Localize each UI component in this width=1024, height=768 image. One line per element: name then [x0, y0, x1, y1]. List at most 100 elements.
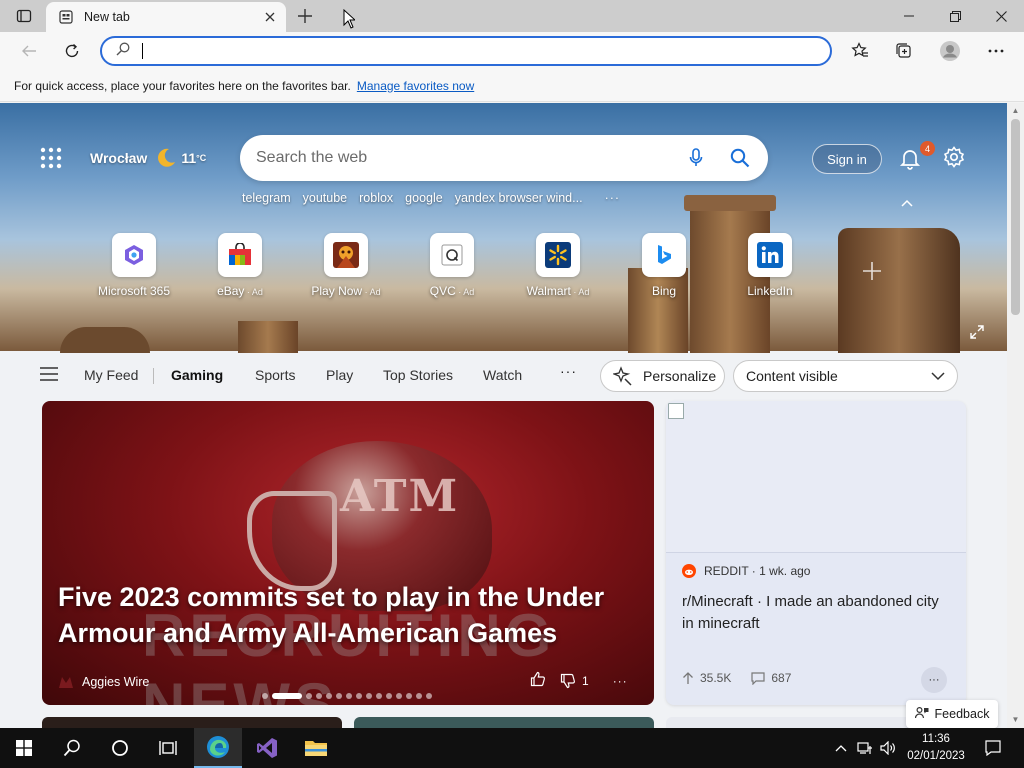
- minimize-button[interactable]: [886, 0, 932, 32]
- volume-speaker-icon[interactable]: [878, 728, 898, 768]
- system-clock[interactable]: 11:36 02/01/2023: [900, 731, 972, 765]
- tile-label: Walmart: [526, 284, 571, 298]
- article-source[interactable]: Aggies Wire: [58, 675, 149, 689]
- personalize-button[interactable]: Personalize: [600, 360, 725, 392]
- featured-headline[interactable]: Five 2023 commits set to play in the Und…: [58, 579, 638, 651]
- search-icon[interactable]: [48, 728, 96, 768]
- address-bar[interactable]: [100, 36, 832, 66]
- close-window-button[interactable]: [978, 0, 1024, 32]
- search-icon[interactable]: [728, 146, 752, 170]
- web-search-box[interactable]: Search the web: [240, 135, 768, 181]
- post-headline[interactable]: r/Minecraft · I made an abandoned city i…: [682, 591, 952, 635]
- close-tab-icon[interactable]: [262, 9, 278, 25]
- new-tab-plus-icon[interactable]: [293, 4, 317, 28]
- add-quick-link-plus-icon[interactable]: [862, 261, 886, 285]
- trending-item[interactable]: telegram: [242, 191, 291, 205]
- quick-link-linkedin[interactable]: LinkedIn: [726, 233, 814, 298]
- weather-widget[interactable]: Wrocław 11 °C: [90, 147, 206, 169]
- scrollbar-thumb[interactable]: [1011, 119, 1020, 315]
- comment-stat[interactable]: 687: [751, 671, 791, 685]
- content-visibility-dropdown[interactable]: Content visible: [733, 360, 958, 392]
- feed-tab-watch[interactable]: Watch: [483, 367, 522, 383]
- expand-background-icon[interactable]: [970, 325, 986, 341]
- post-source[interactable]: REDDIT · 1 wk. ago: [682, 564, 810, 578]
- favorites-star-icon[interactable]: [845, 36, 875, 66]
- quick-link-walmart[interactable]: Walmart · Ad: [514, 233, 602, 298]
- collections-icon[interactable]: [889, 36, 919, 66]
- mouse-cursor-icon: [343, 8, 357, 34]
- feed-tab-gaming[interactable]: Gaming: [171, 367, 223, 383]
- feed-tab-my-feed[interactable]: My Feed: [84, 367, 138, 383]
- file-explorer-folder-icon[interactable]: [292, 728, 340, 768]
- profile-avatar-icon[interactable]: [935, 36, 965, 66]
- trending-item[interactable]: google: [405, 191, 443, 205]
- refresh-icon[interactable]: [57, 36, 87, 66]
- carousel-dot[interactable]: [376, 693, 382, 699]
- feed-tab-top-stories[interactable]: Top Stories: [383, 367, 453, 383]
- carousel-dot[interactable]: [316, 693, 322, 699]
- microphone-icon[interactable]: [684, 146, 708, 170]
- carousel-dot[interactable]: [406, 693, 412, 699]
- more-menu-icon[interactable]: [981, 36, 1011, 66]
- carousel-dot[interactable]: [356, 693, 362, 699]
- carousel-dot[interactable]: [386, 693, 392, 699]
- featured-news-card[interactable]: RECRUITING NEWS ATM Five 2023 commits se…: [42, 401, 654, 705]
- quick-link-microsoft-365[interactable]: Microsoft 365: [90, 233, 178, 298]
- reddit-post-card[interactable]: REDDIT · 1 wk. ago r/Minecraft · I made …: [666, 401, 966, 705]
- page-scrollbar[interactable]: ▲ ▼: [1007, 103, 1024, 728]
- carousel-dot[interactable]: [326, 693, 332, 699]
- sign-in-button[interactable]: Sign in: [812, 144, 882, 174]
- action-center-notifications-icon[interactable]: [978, 728, 1008, 768]
- back-arrow-icon[interactable]: [14, 36, 44, 66]
- carousel-dot[interactable]: [426, 693, 432, 699]
- feed-tab-play[interactable]: Play: [326, 367, 353, 383]
- carousel-dot[interactable]: [306, 693, 312, 699]
- hamburger-menu-icon[interactable]: [40, 367, 60, 383]
- carousel-dot[interactable]: [346, 693, 352, 699]
- windows-start-icon[interactable]: [0, 728, 48, 768]
- trending-item[interactable]: roblox: [359, 191, 393, 205]
- settings-gear-icon[interactable]: [943, 146, 967, 170]
- next-card-peek[interactable]: [354, 717, 654, 728]
- dislike-button[interactable]: 1: [560, 673, 589, 689]
- carousel-dot[interactable]: [396, 693, 402, 699]
- tab-actions-icon[interactable]: [8, 4, 40, 28]
- feedback-button[interactable]: Feedback: [906, 700, 998, 728]
- visual-studio-icon[interactable]: [243, 728, 291, 768]
- carousel-dot-active[interactable]: [272, 693, 302, 699]
- upvote-stat[interactable]: 35.5K: [682, 671, 731, 685]
- tab-new-tab[interactable]: New tab: [46, 2, 286, 32]
- card-more-options-icon[interactable]: ···: [921, 667, 947, 693]
- scroll-down-arrow-icon[interactable]: ▼: [1011, 715, 1020, 724]
- scroll-up-arrow-icon[interactable]: ▲: [1011, 106, 1020, 115]
- ruins-column: [838, 228, 960, 353]
- manage-favorites-link[interactable]: Manage favorites now: [357, 79, 474, 93]
- quick-link-bing[interactable]: Bing: [620, 233, 708, 298]
- apps-grid-icon[interactable]: [40, 147, 64, 171]
- show-hidden-icons-chevron-up-icon[interactable]: [832, 728, 850, 768]
- edge-browser-icon[interactable]: [194, 728, 242, 768]
- like-thumbs-up-icon[interactable]: [530, 671, 546, 690]
- quick-link-ebay[interactable]: eBay · Ad: [196, 233, 284, 298]
- carousel-dot[interactable]: [366, 693, 372, 699]
- restore-button[interactable]: [932, 0, 978, 32]
- network-icon[interactable]: [855, 728, 875, 768]
- reddit-logo-icon: [682, 564, 696, 578]
- address-input[interactable]: [143, 43, 830, 59]
- feed-tab-sports[interactable]: Sports: [255, 367, 295, 383]
- carousel-dot[interactable]: [416, 693, 422, 699]
- collapse-chevron-up-icon[interactable]: [900, 195, 918, 209]
- cortana-circle-icon[interactable]: [96, 728, 144, 768]
- card-more-options-icon[interactable]: ···: [613, 674, 628, 688]
- carousel-dot[interactable]: [336, 693, 342, 699]
- trending-item[interactable]: yandex browser wind...: [455, 191, 583, 205]
- trending-item[interactable]: youtube: [303, 191, 347, 205]
- task-view-icon[interactable]: [144, 728, 192, 768]
- quick-link-qvc[interactable]: QVC · Ad: [408, 233, 496, 298]
- next-card-peek[interactable]: [42, 717, 342, 728]
- web-search-placeholder[interactable]: Search the web: [256, 149, 664, 167]
- carousel-dot[interactable]: [262, 693, 268, 699]
- quick-link-play-now[interactable]: Play Now · Ad: [302, 233, 390, 298]
- more-trending-icon[interactable]: ···: [605, 191, 621, 205]
- more-feed-tabs-icon[interactable]: ···: [560, 363, 577, 379]
